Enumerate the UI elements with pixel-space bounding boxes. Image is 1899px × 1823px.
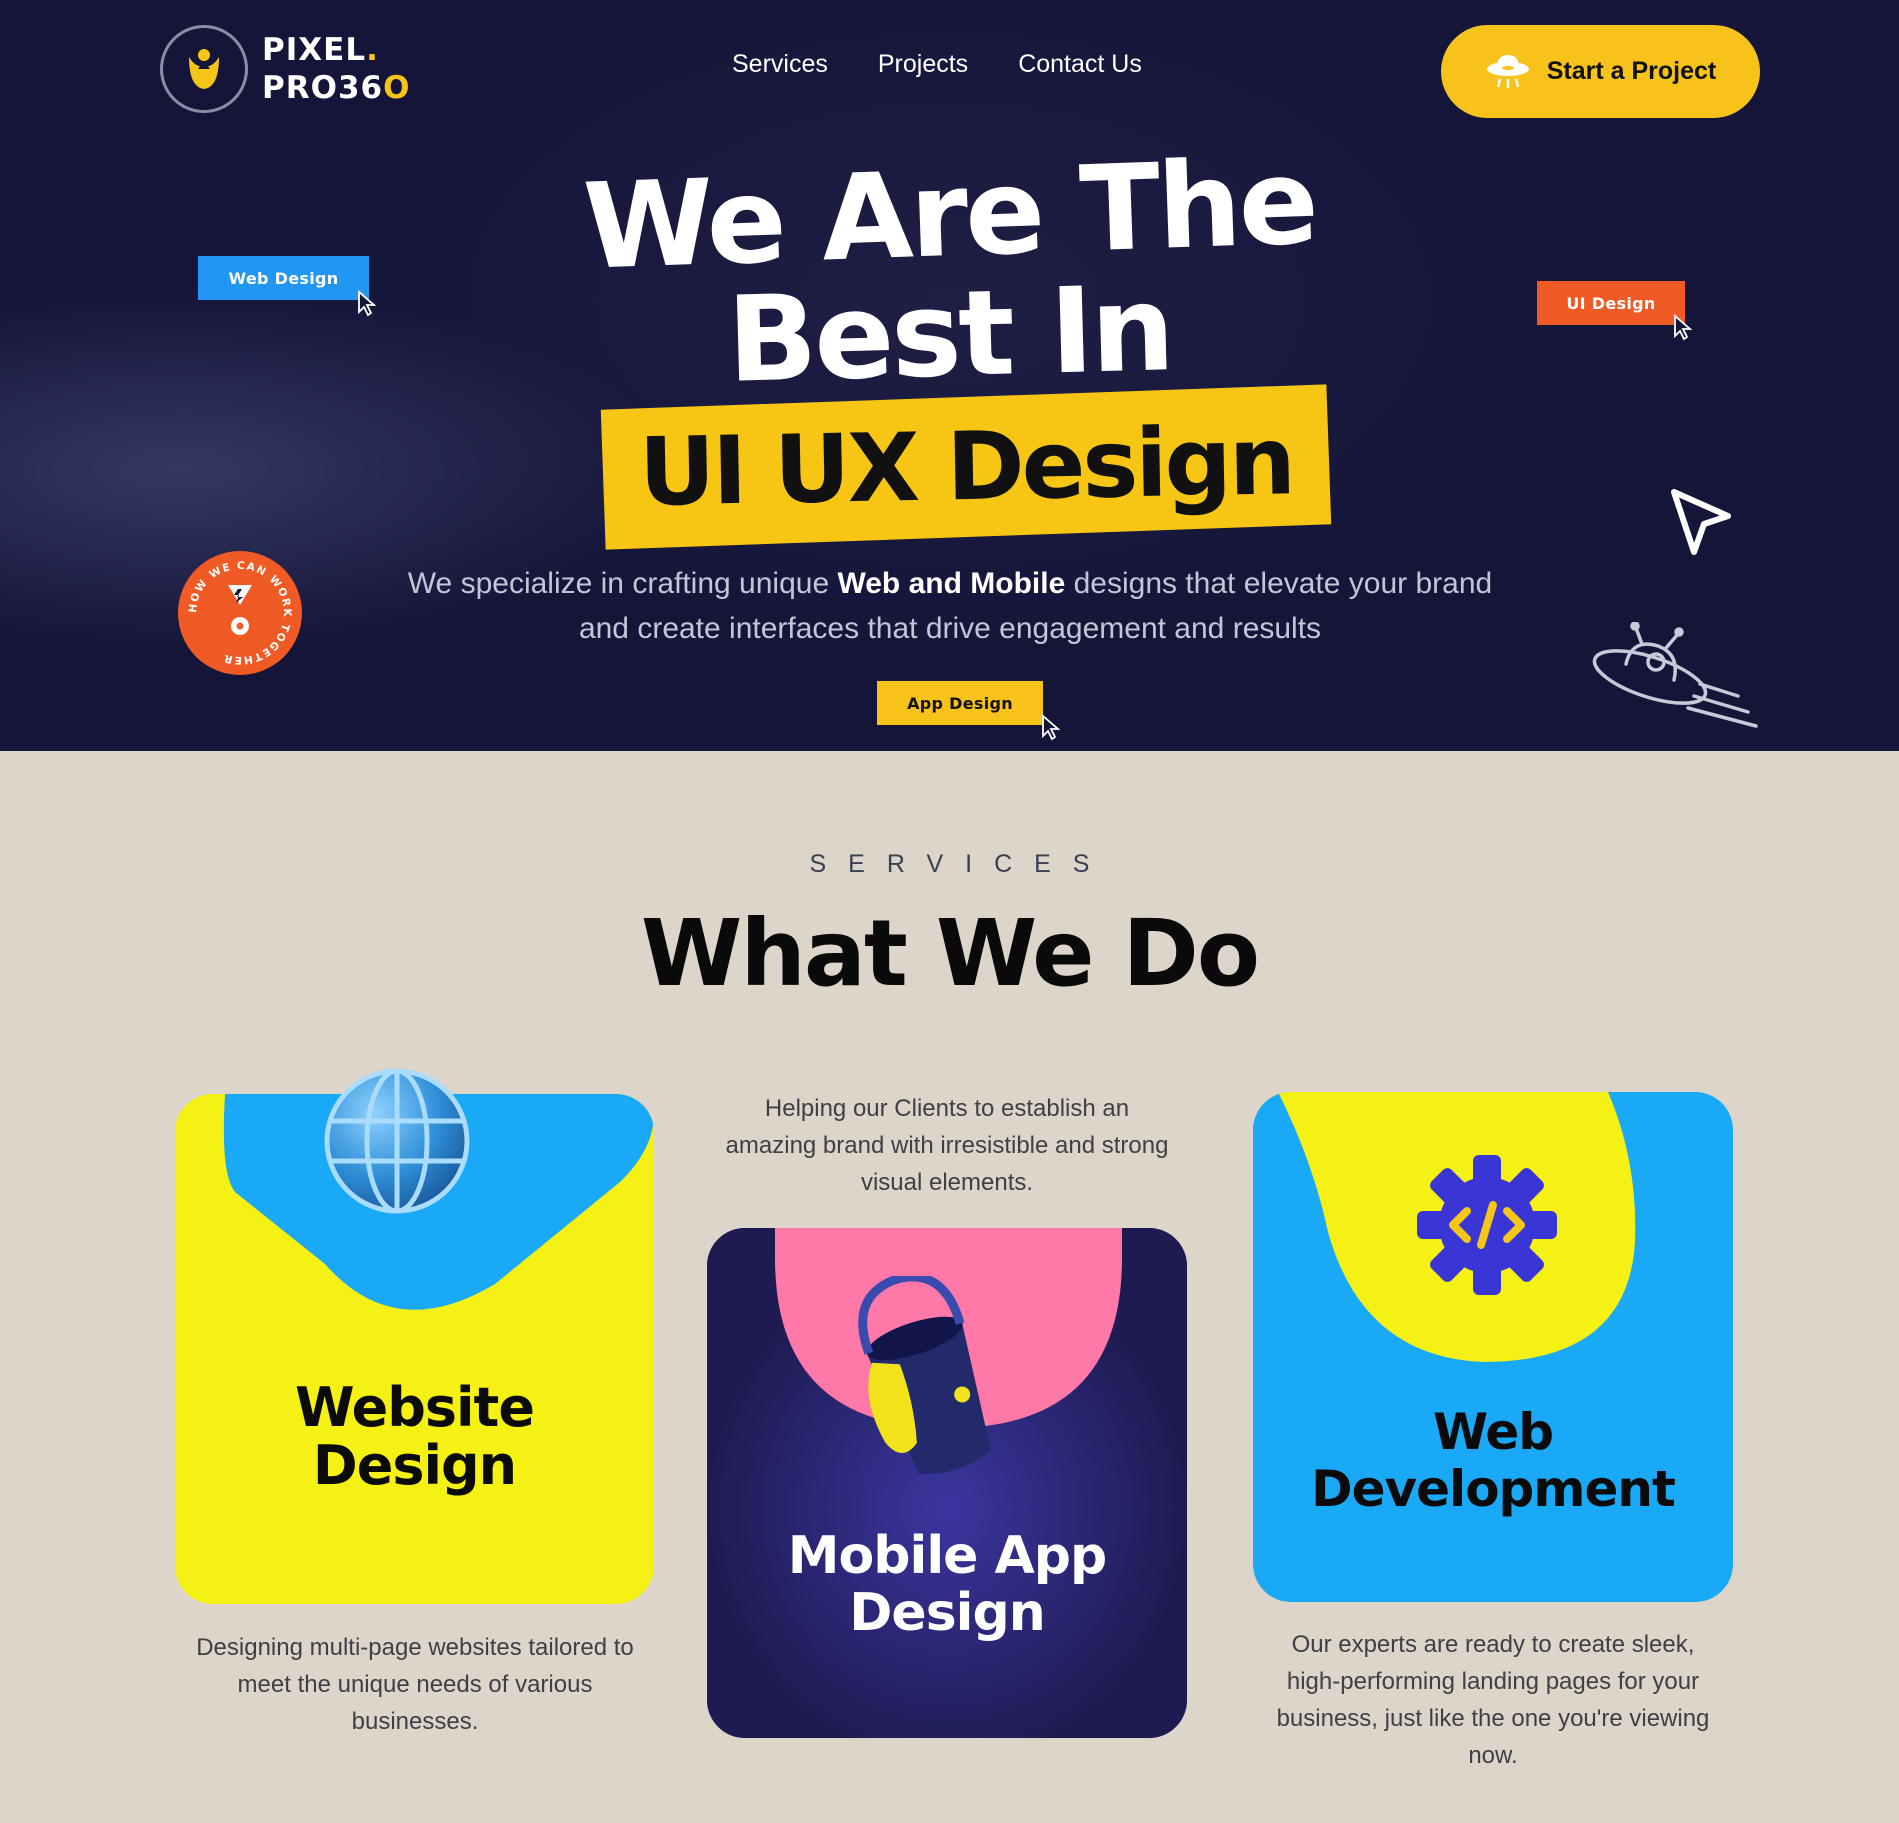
start-project-label: Start a Project — [1546, 57, 1717, 85]
services-kicker: SERVICES — [809, 850, 1112, 878]
hero-highlight-box: UI UX Design — [600, 384, 1332, 550]
card-title: Mobile App Design — [707, 1528, 1187, 1642]
hero-desc-part1: We specialize in crafting unique — [407, 567, 838, 600]
card-description-web-development: Our experts are ready to create sleek, h… — [1276, 1631, 1710, 1769]
nav-projects[interactable]: Projects — [878, 50, 968, 79]
start-project-button[interactable]: Start a Project — [1441, 25, 1760, 118]
logo-dot: . — [366, 32, 379, 68]
hero-section: PIXEL. PRO36O Services Projects Contact … — [0, 0, 1899, 751]
card-title-line1: Mobile App — [787, 1526, 1107, 1586]
cursor-icon — [1674, 314, 1693, 341]
logo-line2: PRO36 — [262, 70, 384, 106]
nav-contact-us[interactable]: Contact Us — [1018, 50, 1142, 79]
ufo-icon — [1486, 54, 1529, 88]
globe-icon — [324, 1068, 470, 1214]
paint-bucket-icon — [858, 1276, 991, 1475]
cursor-icon — [1042, 714, 1061, 741]
logo-line1: PIXEL — [262, 32, 367, 68]
tag-ui-design: UI Design — [1537, 281, 1685, 325]
nav-services[interactable]: Services — [732, 50, 828, 79]
hero-highlight-text: UI UX Design — [638, 406, 1294, 528]
card-description-mobile-app-design: Helping our Clients to establish an amaz… — [725, 1095, 1169, 1196]
card-title-line2: Development — [1311, 1460, 1676, 1518]
brand-logo[interactable]: PIXEL. PRO36O — [160, 24, 410, 114]
main-nav: Services Projects Contact Us — [732, 50, 1142, 79]
card-title-line2: Design — [849, 1583, 1045, 1643]
card-title: Web Development — [1253, 1404, 1733, 1518]
tag-web-design: Web Design — [198, 256, 369, 300]
card-title-line2: Design — [312, 1434, 517, 1497]
services-title: What We Do — [640, 900, 1260, 1007]
card-title-line1: Web — [1432, 1403, 1554, 1461]
logo-line2-o: O — [383, 70, 411, 106]
card-title: Website Design — [175, 1379, 654, 1495]
logo-mark-icon — [189, 49, 219, 89]
pointer-cursor-icon — [1671, 489, 1731, 555]
ufo-illustration-icon — [1592, 622, 1758, 728]
cursor-icon — [358, 290, 377, 317]
code-gear-icon — [1417, 1155, 1557, 1295]
card-title-line1: Website — [294, 1376, 535, 1439]
hero-desc-bold: Web and Mobile — [837, 567, 1066, 600]
work-together-badge-icon[interactable]: HOW WE CAN WORK TOGETHER — [176, 549, 304, 677]
logo-emblem — [160, 25, 248, 113]
hero-description: We specialize in crafting unique Web and… — [380, 561, 1520, 651]
card-description-website-design: Designing multi-page websites tailored t… — [196, 1634, 634, 1735]
logo-wordmark: PIXEL. PRO36O — [262, 31, 410, 107]
tag-app-design: App Design — [877, 681, 1043, 725]
